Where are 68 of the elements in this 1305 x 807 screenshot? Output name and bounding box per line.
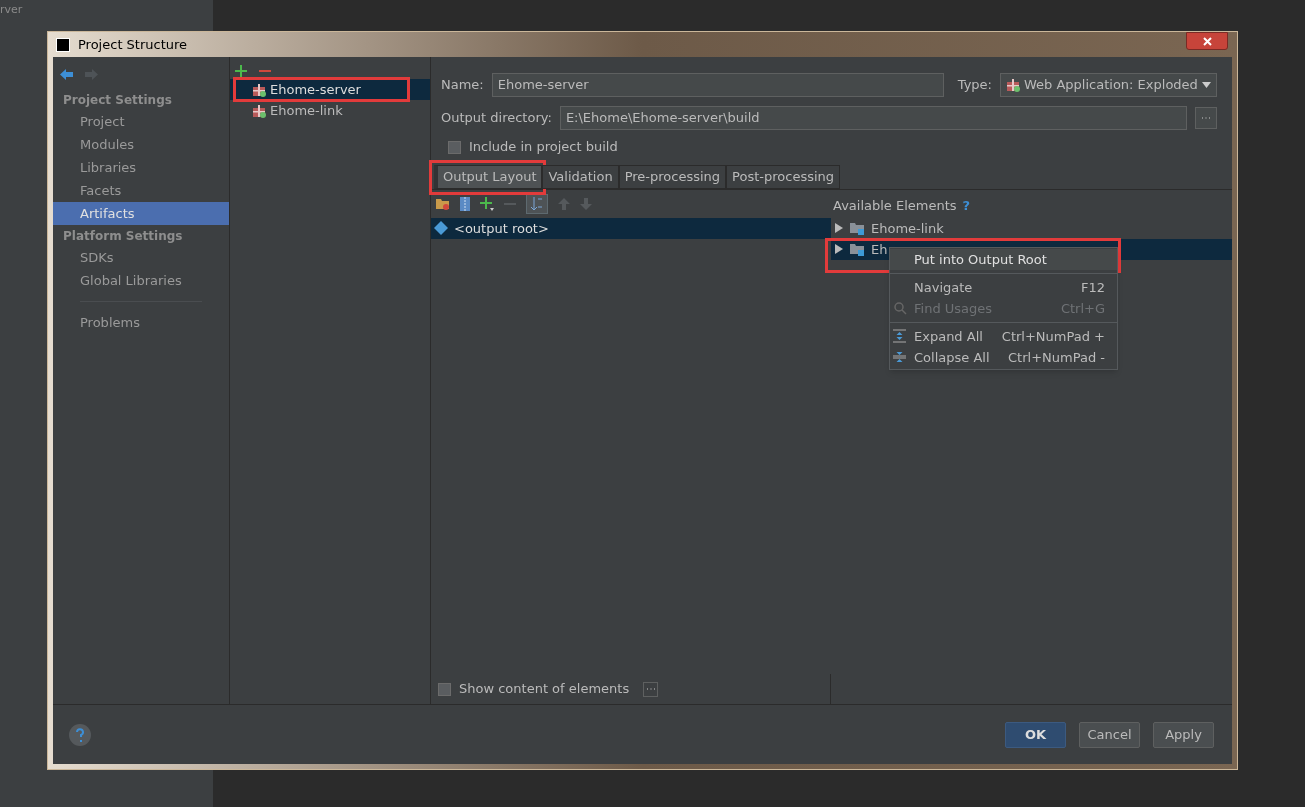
sidebar-item[interactable]: Facets	[53, 179, 229, 202]
checkbox[interactable]	[438, 682, 451, 696]
section-header: Platform Settings	[62, 227, 184, 245]
folder-icon	[849, 221, 865, 236]
artifact-item[interactable]: Ehome-link	[230, 100, 430, 121]
sidebar-item[interactable]: Global Libraries	[53, 269, 229, 292]
panel-title: Available Elements	[833, 197, 957, 215]
menu-item[interactable]: Expand All Ctrl+NumPad +	[890, 325, 1117, 347]
menu-item[interactable]: Collapse All Ctrl+NumPad -	[890, 346, 1117, 368]
window-title: rver	[0, 1, 24, 18]
sidebar-item[interactable]: SDKs	[53, 246, 229, 269]
type-dropdown[interactable]: Web Application: Exploded	[1000, 72, 1217, 97]
checkbox-label: Show content of elements	[459, 680, 630, 699]
field-label: Name:	[441, 75, 484, 94]
shortcut-label: Ctrl+NumPad +	[1001, 327, 1105, 346]
dialog-button[interactable]: OK	[1005, 721, 1066, 748]
menu-item[interactable]: Put into Output Root	[890, 248, 1117, 270]
folder-icon	[849, 242, 865, 257]
diamond-icon	[434, 221, 448, 236]
field-label: Output directory:	[441, 109, 552, 128]
back-arrow-icon[interactable]	[59, 67, 74, 81]
move-down-icon[interactable]	[580, 197, 592, 210]
app-logo-icon	[56, 37, 70, 52]
help-link[interactable]: ?	[962, 196, 971, 216]
move-up-icon[interactable]	[558, 197, 570, 210]
sidebar-item[interactable]: Modules	[53, 133, 229, 156]
close-button[interactable]	[1186, 32, 1228, 50]
tree-node[interactable]: <output root>	[431, 217, 831, 239]
dialog-button[interactable]: Cancel	[1079, 721, 1140, 748]
dialog-button[interactable]: Apply	[1153, 721, 1214, 748]
search-icon	[893, 301, 907, 316]
expand-all-icon	[893, 329, 906, 344]
add-icon[interactable]	[235, 65, 247, 77]
gift-box-icon	[1006, 77, 1020, 92]
expand-arrow-icon[interactable]	[835, 223, 843, 234]
archive-icon[interactable]	[460, 196, 470, 211]
shortcut-label: Ctrl+NumPad -	[1008, 348, 1105, 367]
shortcut-label: F12	[1080, 278, 1105, 297]
sidebar-item[interactable]: Artifacts	[53, 202, 229, 225]
dropdown-caret-icon	[1202, 81, 1211, 88]
sidebar-item[interactable]: Problems	[53, 311, 229, 334]
collapse-all-icon	[893, 350, 906, 365]
field-label: Type:	[957, 75, 992, 94]
new-folder-icon[interactable]	[436, 197, 450, 211]
tab[interactable]: Post-processing	[726, 164, 841, 189]
gift-box-icon	[252, 82, 266, 97]
menu-item[interactable]: Navigate F12	[890, 276, 1117, 298]
gift-box-icon	[252, 103, 266, 118]
checkbox-label: Include in project build	[469, 138, 618, 157]
name-field[interactable]: Ehome-server	[491, 72, 944, 97]
tab[interactable]: Output Layout	[434, 164, 543, 189]
browse-button[interactable]	[1195, 107, 1217, 129]
dialog-title: Project Structure	[78, 35, 188, 54]
checkbox[interactable]	[448, 140, 461, 154]
help-icon[interactable]	[68, 722, 92, 747]
expand-arrow-icon[interactable]	[835, 244, 843, 255]
options-button[interactable]	[643, 681, 659, 697]
tab[interactable]: Validation	[542, 164, 619, 189]
close-icon	[1202, 36, 1212, 46]
add-icon[interactable]	[480, 196, 494, 211]
sidebar-item[interactable]: Libraries	[53, 156, 229, 179]
tree-node[interactable]: Ehome-link	[831, 217, 1232, 239]
output-directory-field[interactable]: E:\Ehome\Ehome-server\build	[559, 106, 1187, 130]
sort-icon	[531, 196, 543, 211]
sort-button[interactable]	[526, 193, 548, 214]
sidebar-item[interactable]: Project	[53, 110, 229, 133]
section-header: Project Settings	[62, 91, 173, 109]
tab[interactable]: Pre-processing	[618, 164, 727, 189]
